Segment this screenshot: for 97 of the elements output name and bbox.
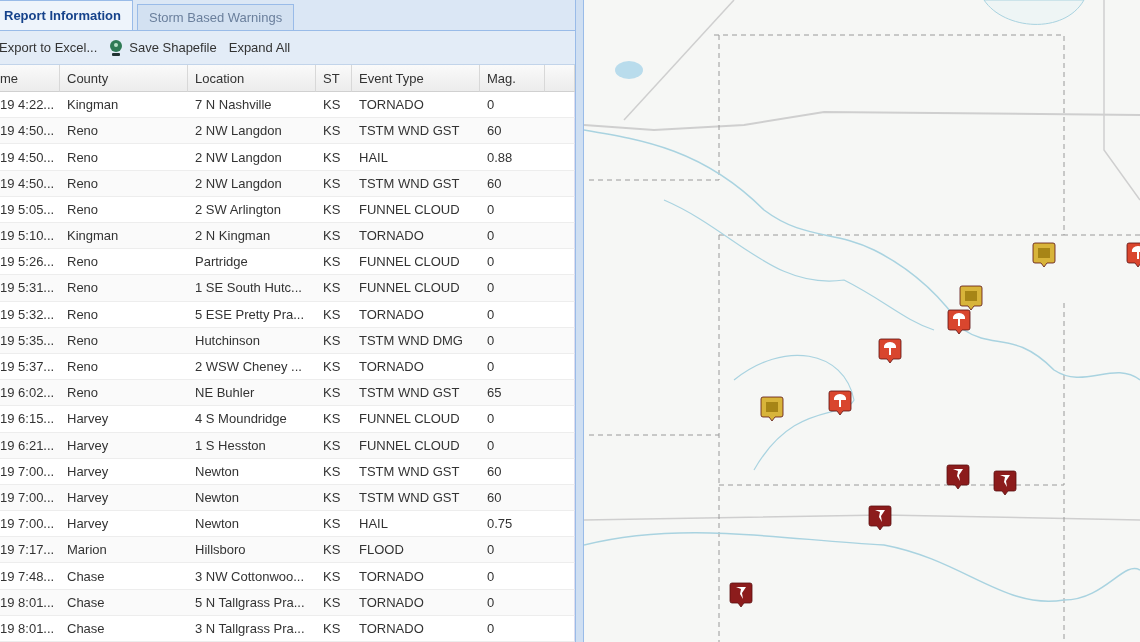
table-cell: 19 4:50... — [0, 118, 60, 145]
table-cell — [545, 249, 575, 276]
table-cell — [545, 92, 575, 119]
tornado-marker-icon[interactable] — [868, 505, 892, 531]
table-cell: 60 — [480, 484, 545, 512]
table-cell: KS — [316, 484, 352, 512]
table-cell: KS — [316, 432, 352, 459]
table-cell: TSTM WND GST — [352, 380, 480, 407]
tornado-marker-icon[interactable] — [993, 470, 1017, 496]
table-cell: Reno — [60, 118, 188, 145]
table-cell: FUNNEL CLOUD — [352, 275, 480, 302]
table-cell: 19 5:35... — [0, 327, 60, 354]
table-cell: Marion — [60, 537, 188, 564]
table-cell: 0 — [480, 432, 545, 459]
table-cell: Reno — [60, 275, 188, 302]
table-cell — [545, 301, 575, 328]
toolbar-button[interactable]: Save Shapefile — [107, 38, 219, 57]
table-cell: FLOOD — [352, 537, 480, 564]
globe-pin-icon — [109, 38, 124, 57]
column-header[interactable]: me — [0, 65, 60, 93]
tab[interactable]: Report Information — [0, 0, 133, 30]
table-cell: 65 — [480, 380, 545, 407]
column-header — [545, 65, 575, 93]
toolbar-button[interactable]: Export to Excel... — [0, 40, 100, 56]
table-cell: Reno — [60, 380, 188, 407]
table-cell — [545, 458, 575, 485]
table-cell: 1 SE South Hutc... — [188, 275, 316, 302]
table-cell: KS — [316, 170, 352, 197]
column-header[interactable]: County — [60, 65, 188, 93]
table-cell: 60 — [480, 118, 545, 145]
table-cell: Kingman — [60, 223, 188, 250]
table-cell: Hillsboro — [188, 537, 316, 564]
table-cell — [545, 144, 575, 171]
table-cell: Reno — [60, 327, 188, 354]
table-cell: Reno — [60, 170, 188, 197]
table-cell: 60 — [480, 170, 545, 197]
table-cell: 0 — [480, 223, 545, 250]
table-cell: FUNNEL CLOUD — [352, 432, 480, 459]
table-cell: 19 5:31... — [0, 275, 60, 302]
table-cell: Harvey — [60, 484, 188, 512]
table-cell — [545, 484, 575, 512]
tornado-marker-icon[interactable] — [946, 464, 970, 490]
table-cell: 5 N Tallgrass Pra... — [188, 589, 316, 616]
toolbar-button[interactable]: Expand All — [226, 40, 293, 56]
table-cell: 0 — [480, 537, 545, 564]
table-cell: KS — [316, 223, 352, 250]
table-cell: 19 4:50... — [0, 170, 60, 197]
table-cell: TORNADO — [352, 589, 480, 616]
table-cell: 19 5:10... — [0, 223, 60, 250]
table-cell: TSTM WND GST — [352, 170, 480, 197]
column-header[interactable]: Location — [188, 65, 316, 93]
tornado-marker-icon[interactable] — [729, 582, 753, 608]
table-cell — [545, 537, 575, 564]
table-cell: Newton — [188, 484, 316, 512]
table-cell: 19 7:00... — [0, 484, 60, 512]
table-cell — [545, 563, 575, 590]
table-cell: KS — [316, 275, 352, 302]
table-cell: 0 — [480, 589, 545, 616]
table-cell: KS — [316, 589, 352, 616]
table-cell — [545, 406, 575, 433]
table-cell: NE Buhler — [188, 380, 316, 407]
table-cell: 19 7:17... — [0, 537, 60, 564]
table-cell: Harvey — [60, 432, 188, 459]
table-cell: KS — [316, 327, 352, 354]
table-cell — [545, 170, 575, 197]
table-cell — [545, 118, 575, 145]
table-cell — [545, 589, 575, 616]
table-cell: 1 S Hesston — [188, 432, 316, 459]
table-cell: KS — [316, 118, 352, 145]
table-cell: KS — [316, 537, 352, 564]
table-cell: 19 6:02... — [0, 380, 60, 407]
table-cell — [545, 223, 575, 250]
table-cell: 0 — [480, 275, 545, 302]
table-cell: 2 NW Langdon — [188, 170, 316, 197]
table-cell — [545, 353, 575, 381]
table-cell — [545, 380, 575, 407]
table-cell — [545, 511, 575, 538]
table-cell: TSTM WND DMG — [352, 327, 480, 354]
table-cell — [545, 275, 575, 302]
table-cell: 0 — [480, 327, 545, 354]
table-cell: TORNADO — [352, 223, 480, 250]
column-header[interactable]: Event Type — [352, 65, 480, 93]
column-header[interactable]: Mag. — [480, 65, 545, 93]
column-header[interactable]: ST — [316, 65, 352, 93]
table-cell: TSTM WND GST — [352, 484, 480, 512]
table-cell — [545, 615, 575, 642]
table-cell: KS — [316, 380, 352, 407]
table-cell — [545, 196, 575, 223]
table-cell: 2 N Kingman — [188, 223, 316, 250]
table-cell: TSTM WND GST — [352, 118, 480, 145]
table-cell — [545, 432, 575, 459]
table-cell: Hutchinson — [188, 327, 316, 354]
table-cell: 19 6:21... — [0, 432, 60, 459]
table-cell: 19 8:01... — [0, 589, 60, 616]
table-cell — [545, 327, 575, 354]
table-cell: Chase — [60, 589, 188, 616]
table-cell: 2 NW Langdon — [188, 118, 316, 145]
